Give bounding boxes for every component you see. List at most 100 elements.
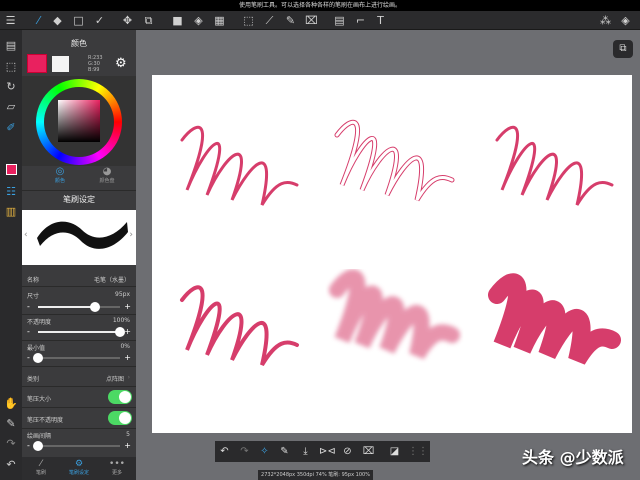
materials-icon[interactable]: ⁂ bbox=[598, 13, 613, 28]
spacing-value: 5 bbox=[126, 431, 130, 438]
grid-icon[interactable]: ⋮⋮ bbox=[408, 444, 428, 459]
chevron-right-icon: › bbox=[127, 374, 130, 381]
fullscreen-button[interactable]: ⧉ bbox=[613, 40, 633, 58]
opacity-label: 不透明度 bbox=[27, 319, 52, 326]
pressure-size-label: 笔压大小 bbox=[27, 396, 52, 403]
side-panel: 颜色 R:233 G:30 B:99 ⚙ ◎ 颜色 ◕ 颜色盘 笔刷设定 ‹ ›… bbox=[22, 30, 136, 480]
select-move-icon[interactable]: ⌐ bbox=[353, 13, 368, 28]
saturation-value-square[interactable] bbox=[58, 100, 100, 142]
prev-brush-arrow[interactable]: ‹ bbox=[24, 230, 28, 240]
color-tab[interactable]: ◎ 颜色 bbox=[45, 166, 75, 184]
brush-stroke-preview bbox=[37, 221, 128, 249]
brush-settings-title: 笔刷设定 bbox=[63, 195, 95, 204]
opacity-slider[interactable]: - + bbox=[26, 327, 132, 337]
eyedropper-icon[interactable]: ✐ bbox=[3, 120, 19, 136]
brush-icon[interactable]: ⁄ bbox=[31, 13, 46, 28]
min-label: 最小值 bbox=[27, 345, 46, 352]
pen-icon[interactable]: ✎ bbox=[277, 444, 292, 459]
redo-icon[interactable]: ↷ bbox=[237, 444, 252, 459]
canvas-info: 2732*2048px 350dpi 74% 笔刷: 95px 100% bbox=[258, 470, 373, 480]
primary-color-swatch[interactable] bbox=[27, 54, 47, 73]
name-label: 名称 bbox=[27, 277, 40, 284]
pressure-opacity-label: 笔压不透明度 bbox=[27, 417, 64, 424]
layer-icon[interactable]: ▥ bbox=[3, 204, 19, 220]
rgb-b: B:99 bbox=[88, 67, 100, 73]
shape-icon[interactable]: □ bbox=[71, 13, 86, 28]
move-icon[interactable]: ✥ bbox=[120, 13, 135, 28]
gear-icon[interactable]: ⚙ bbox=[115, 56, 127, 71]
color-panel-title: 颜色 bbox=[71, 39, 87, 48]
layer-panel-icon[interactable]: ▤ bbox=[332, 13, 347, 28]
min-slider[interactable]: - + bbox=[26, 353, 132, 363]
brush-settings-tab-label: 笔刷设定 bbox=[68, 470, 89, 476]
save-icon[interactable]: ⤓ bbox=[298, 444, 313, 459]
panel-tab-bar: ⁄ 笔刷 ⚙ 笔刷设定 ••• 更多 bbox=[22, 457, 136, 480]
no-snap-icon[interactable]: ⊘ bbox=[340, 444, 355, 459]
hand-icon[interactable]: ✋ bbox=[3, 396, 19, 412]
flip-icon[interactable]: ⊳⊲ bbox=[319, 444, 336, 459]
check-icon[interactable]: ✓ bbox=[92, 13, 107, 28]
pressure-opacity-toggle[interactable] bbox=[108, 411, 132, 425]
brush-tab-icon: ⁄ bbox=[40, 459, 42, 469]
brush-preview: ‹ › bbox=[22, 210, 136, 265]
text-icon[interactable]: T bbox=[373, 13, 388, 28]
left-tool-strip: ▤ ⬚ ↻ ▱ ✐ ☷ ▥ ✋ ✎ ↷ ↶ bbox=[0, 30, 22, 480]
drawing-canvas[interactable] bbox=[152, 75, 632, 433]
more-tab[interactable]: ••• 更多 bbox=[102, 459, 132, 476]
name-value: 毛笔（水墨） bbox=[93, 277, 130, 284]
select-pen-icon[interactable]: ✎ bbox=[283, 13, 298, 28]
color-panel-icon[interactable] bbox=[3, 164, 19, 180]
eraser-icon[interactable]: ◆ bbox=[50, 13, 65, 28]
gradient-icon[interactable]: ▦ bbox=[212, 13, 227, 28]
category-value: 点阵图 bbox=[105, 376, 124, 383]
eyedropper-quick-icon[interactable]: ✎ bbox=[3, 416, 19, 432]
magic-wand-icon[interactable]: ⟋ bbox=[262, 13, 277, 28]
brush-stroke-sample bbox=[180, 285, 299, 367]
status-message: 使用笔刷工具。可以选择各种各样的笔刷在画布上进行绘画。 bbox=[0, 0, 640, 11]
brush-strokes bbox=[180, 119, 621, 367]
brush-settings-tab[interactable]: ⚙ 笔刷设定 bbox=[64, 459, 94, 476]
rotate-icon[interactable]: ↻ bbox=[3, 79, 19, 95]
brush-settings-tab-icon: ⚙ bbox=[74, 459, 84, 469]
more-tab-label: 更多 bbox=[111, 470, 122, 476]
pressure-size-toggle[interactable] bbox=[108, 390, 132, 404]
layers-icon[interactable]: ◈ bbox=[618, 13, 633, 28]
size-label: 尺寸 bbox=[27, 293, 40, 300]
ruler-icon[interactable]: ▱ bbox=[3, 99, 19, 115]
secondary-color-swatch[interactable] bbox=[52, 56, 69, 72]
select-eraser-icon[interactable]: ⌧ bbox=[304, 13, 319, 28]
next-brush-arrow[interactable]: › bbox=[129, 230, 133, 240]
spacing-label: 绘画间隔 bbox=[27, 433, 52, 440]
brush-stroke-sample bbox=[180, 125, 299, 206]
watermark: 头条 @少数派 bbox=[522, 448, 624, 467]
category-label: 类别 bbox=[27, 376, 40, 383]
rgb-readout: R:233 G:30 B:99 bbox=[88, 55, 103, 73]
color-tab-icon: ◎ bbox=[55, 166, 65, 177]
pages-icon[interactable]: ▤ bbox=[3, 38, 19, 54]
palette-tab[interactable]: ◕ 颜色盘 bbox=[92, 166, 122, 184]
transform-icon[interactable]: ⧉ bbox=[141, 13, 156, 28]
brush-stroke-sample bbox=[495, 125, 614, 206]
spacing-slider[interactable]: - + bbox=[26, 441, 132, 451]
reference-icon[interactable]: ◪ bbox=[387, 444, 402, 459]
top-toolbar: ☰ ⁄ ◆ □ ✓ ✥ ⧉ ■ ◈ ▦ ⬚ ⟋ ✎ ⌧ ▤ ⌐ T ⁂ ◈ bbox=[0, 11, 640, 30]
redo-icon[interactable]: ↷ bbox=[3, 436, 19, 452]
menu-icon[interactable]: ☰ bbox=[3, 13, 18, 28]
opacity-value: 100% bbox=[112, 317, 130, 324]
lasso-fill-icon[interactable]: ✧ bbox=[257, 444, 272, 459]
clear-selection-icon[interactable]: ⌧ bbox=[361, 444, 376, 459]
bucket-icon[interactable]: ◈ bbox=[191, 13, 206, 28]
palette-icon: ◕ bbox=[102, 166, 112, 177]
color-tab-label: 颜色 bbox=[54, 178, 65, 184]
selection-icon[interactable]: ⬚ bbox=[3, 59, 19, 75]
brush-tab[interactable]: ⁄ 笔刷 bbox=[26, 459, 56, 476]
fill-color-icon[interactable]: ■ bbox=[170, 13, 185, 28]
undo-icon[interactable]: ↶ bbox=[217, 444, 232, 459]
brush-stroke-sample bbox=[329, 269, 460, 360]
brush-list-icon[interactable]: ☷ bbox=[3, 184, 19, 200]
undo-icon[interactable]: ↶ bbox=[3, 457, 19, 473]
brush-stroke-sample bbox=[488, 273, 621, 365]
select-rect-icon[interactable]: ⬚ bbox=[241, 13, 256, 28]
size-slider[interactable]: - + bbox=[26, 302, 132, 312]
min-value: 0% bbox=[120, 343, 130, 350]
